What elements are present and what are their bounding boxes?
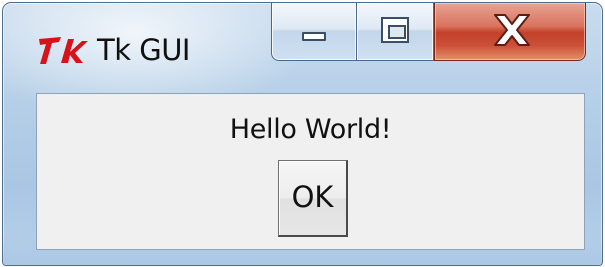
app-window: Tk GUI Hello World! OK <box>2 2 603 266</box>
close-button[interactable] <box>434 3 586 61</box>
maximize-button[interactable] <box>357 3 434 61</box>
client-area: Hello World! OK <box>36 93 585 250</box>
minimize-icon <box>302 32 326 41</box>
maximize-icon <box>381 17 409 43</box>
minimize-button[interactable] <box>271 3 357 61</box>
ok-button[interactable]: OK <box>278 160 348 237</box>
hello-label: Hello World! <box>229 114 392 145</box>
close-icon <box>489 9 535 51</box>
tk-feather-icon[interactable] <box>37 33 91 69</box>
window-title: Tk GUI <box>97 33 190 67</box>
caption-buttons <box>271 3 586 63</box>
